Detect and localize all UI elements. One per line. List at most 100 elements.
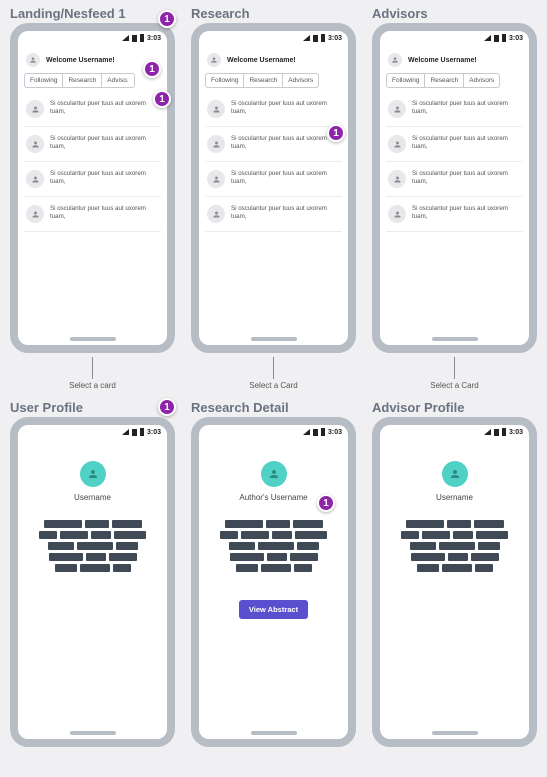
text-block — [439, 542, 475, 550]
screen-advisors: Advisors 3:03 Welcome Username! Followin… — [370, 4, 539, 398]
text-block — [86, 553, 106, 561]
user-icon — [26, 135, 44, 153]
signal-icon — [122, 429, 129, 435]
text-block — [442, 564, 472, 572]
status-bar: 3:03 — [18, 425, 167, 439]
annotation-badge[interactable]: 1 — [158, 398, 176, 416]
card-text: Si osculantur puer tuus aut uxorem tuam, — [50, 135, 159, 153]
tab-research[interactable]: Research — [63, 73, 102, 88]
profile-avatar-icon — [80, 461, 106, 487]
phone-frame: 3:03 Username — [10, 417, 175, 747]
feed-card[interactable]: Si osculantur puer tuus aut uxorem tuam, — [386, 127, 523, 162]
connector-label: Select a Card — [249, 381, 297, 390]
text-block — [293, 520, 323, 528]
text-block — [236, 564, 258, 572]
text-block — [448, 553, 468, 561]
tab-research[interactable]: Research — [425, 73, 464, 88]
feed-card[interactable]: Si osculantur puer tuus aut uxorem tuam, — [24, 92, 161, 127]
tab-following[interactable]: Following — [205, 73, 244, 88]
flow-connector: Select a card — [69, 357, 116, 390]
battery-icon — [140, 428, 144, 436]
feed-card[interactable]: Si osculantur puer tuus aut uxorem tuam, — [24, 162, 161, 197]
wifi-icon — [132, 35, 137, 42]
view-abstract-button[interactable]: View Abstract — [239, 600, 308, 619]
text-block — [295, 531, 327, 539]
user-icon — [207, 100, 225, 118]
feed-card[interactable]: Si osculantur puer tuus aut uxorem tuam, — [205, 92, 342, 127]
text-block — [410, 542, 436, 550]
annotation-badge[interactable]: 1 — [327, 124, 345, 142]
card-text: Si osculantur puer tuus aut uxorem tuam, — [231, 135, 340, 153]
user-icon — [388, 205, 406, 223]
user-icon — [207, 170, 225, 188]
content-placeholder — [400, 520, 510, 572]
screen-title-advisor-profile: Advisor Profile — [372, 400, 464, 415]
text-block — [49, 553, 83, 561]
text-block — [80, 564, 110, 572]
text-block — [85, 520, 109, 528]
text-block — [411, 553, 445, 561]
tab-following[interactable]: Following — [24, 73, 63, 88]
text-block — [109, 553, 137, 561]
status-bar: 3:03 — [199, 425, 348, 439]
annotation-badge[interactable]: 1 — [153, 90, 171, 108]
feed-list: Si osculantur puer tuus aut uxorem tuam,… — [380, 92, 529, 345]
user-icon — [388, 100, 406, 118]
tab-advisors[interactable]: Adviso. — [102, 73, 134, 88]
wifi-icon — [132, 429, 137, 436]
status-bar: 3:03 — [18, 31, 167, 45]
screen-title-research-detail: Research Detail — [191, 400, 289, 415]
phone-frame: 3:03 Author's Username View Abstract — [191, 417, 356, 747]
feed-card[interactable]: Si osculantur puer tuus aut uxorem tuam, — [386, 197, 523, 232]
feed-card[interactable]: Si osculantur puer tuus aut uxorem tuam, — [24, 197, 161, 232]
screen-landing: Landing/Nesfeed 1 3:03 Welcome Username!… — [8, 4, 177, 398]
content-placeholder — [219, 520, 329, 572]
screen-title-landing: Landing/Nesfeed 1 — [10, 6, 126, 21]
signal-icon — [484, 35, 491, 41]
profile-username: Username — [436, 493, 473, 502]
text-block — [266, 520, 290, 528]
signal-icon — [303, 35, 310, 41]
text-block — [91, 531, 111, 539]
text-block — [60, 531, 88, 539]
profile-body: Username — [18, 439, 167, 739]
tab-advisors[interactable]: Advisors — [283, 73, 319, 88]
card-text: Si osculantur puer tuus aut uxorem tuam, — [412, 100, 521, 118]
feed-card[interactable]: Si osculantur puer tuus aut uxorem tuam, — [386, 92, 523, 127]
screen-title-research: Research — [191, 6, 250, 21]
battery-icon — [321, 34, 325, 42]
feed-card[interactable]: Si osculantur puer tuus aut uxorem tuam, — [386, 162, 523, 197]
screen-user-profile: User Profile 3:03 Username 1 — [8, 398, 177, 747]
phone-frame: 3:03 Welcome Username! Following Researc… — [372, 23, 537, 353]
welcome-text: Welcome Username! — [227, 57, 296, 64]
text-block — [453, 531, 473, 539]
flow-connector: Select a Card — [249, 357, 297, 390]
annotation-badge[interactable]: 1 — [158, 10, 176, 28]
feed-card[interactable]: Si osculantur puer tuus aut uxorem tuam, — [205, 162, 342, 197]
feed-card[interactable]: Si osculantur puer tuus aut uxorem tuam, — [205, 127, 342, 162]
tab-following[interactable]: Following — [386, 73, 425, 88]
text-block — [474, 520, 504, 528]
feed-card[interactable]: Si osculantur puer tuus aut uxorem tuam, — [24, 127, 161, 162]
annotation-badge[interactable]: 1 — [143, 60, 161, 78]
feed-card[interactable]: Si osculantur puer tuus aut uxorem tuam, — [205, 197, 342, 232]
tab-advisors[interactable]: Advisors — [464, 73, 500, 88]
annotation-badge[interactable]: 1 — [317, 494, 335, 512]
text-block — [476, 531, 508, 539]
text-block — [112, 520, 142, 528]
text-block — [230, 553, 264, 561]
profile-body: Username — [380, 439, 529, 739]
signal-icon — [122, 35, 129, 41]
text-block — [422, 531, 450, 539]
wifi-icon — [494, 35, 499, 42]
text-block — [114, 531, 146, 539]
text-block — [417, 564, 439, 572]
tab-research[interactable]: Research — [244, 73, 283, 88]
welcome-row: Welcome Username! — [380, 45, 529, 73]
battery-icon — [502, 428, 506, 436]
welcome-text: Welcome Username! — [408, 57, 477, 64]
text-block — [272, 531, 292, 539]
status-time: 3:03 — [509, 429, 523, 436]
battery-icon — [321, 428, 325, 436]
text-block — [447, 520, 471, 528]
